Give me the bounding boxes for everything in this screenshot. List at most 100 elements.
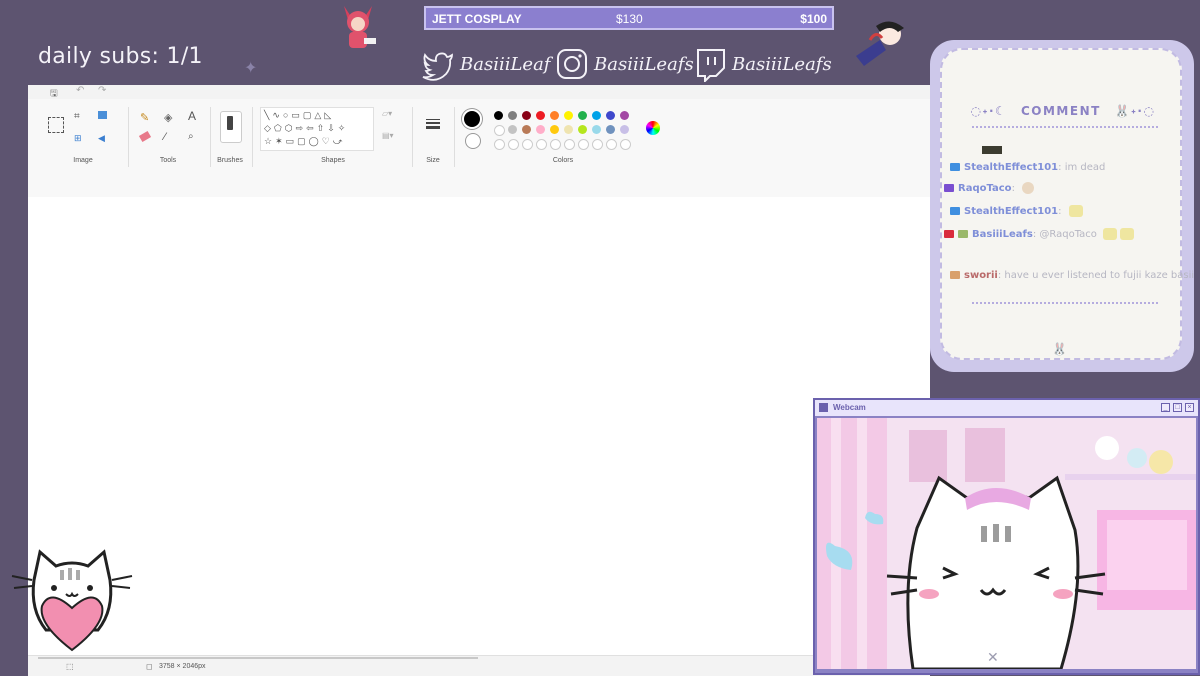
shapes-gallery[interactable]: ╲∿○▭▢△◺ ◇⬠⬡⇨⇦⇧⇩✧ ☆✶▭▢◯♡⤻ [260, 107, 374, 151]
color-swatch[interactable] [508, 125, 517, 134]
status-bar: ⬚ ◻ 3758 × 2046px [28, 655, 930, 676]
color-swatch[interactable] [494, 125, 505, 136]
custom-color-slot[interactable] [522, 139, 533, 150]
daily-subs-counter: daily subs: 1/1 [38, 44, 203, 69]
brush-icon [227, 116, 233, 130]
chat-separator: : [1058, 206, 1062, 217]
undo-icon[interactable]: ↶ [76, 85, 84, 96]
custom-color-slot[interactable] [508, 139, 519, 150]
color-swatch[interactable] [606, 125, 615, 134]
goal-current-amount: $130 [616, 12, 643, 26]
chat-divider [972, 126, 1158, 128]
ribbon-group-image-label: Image [73, 157, 93, 164]
sub-badge-icon [958, 230, 968, 238]
twitter-handle: BasiiiLeaf [460, 53, 551, 75]
color-swatch[interactable] [550, 111, 559, 120]
emote-image [1022, 182, 1035, 194]
subscriber-badge-icon [944, 184, 954, 192]
custom-color-slot[interactable] [606, 139, 617, 150]
color-swatch[interactable] [536, 111, 545, 120]
chat-username: StealthEffect101 [964, 206, 1059, 217]
chat-header: ◌˖·☾ COMMENT 🐰˖·◌ [942, 104, 1184, 118]
color-swatch[interactable] [536, 125, 545, 134]
crop-icon[interactable]: ⌗ [74, 111, 88, 125]
chat-message: RaqoTaco: [944, 182, 1035, 194]
social-twitch: BasiiiLeafs [692, 46, 832, 82]
color-picker-icon[interactable]: ⁄ [164, 131, 178, 145]
minimize-icon[interactable]: _ [1161, 403, 1170, 412]
pencil-icon[interactable]: ✎ [140, 111, 154, 125]
moderator-badge-icon [950, 163, 960, 171]
color-swatch[interactable] [592, 125, 601, 134]
magnifier-icon[interactable]: ⌕ [188, 131, 202, 145]
ribbon-group-brushes-label: Brushes [217, 157, 243, 164]
custom-color-slot[interactable] [592, 139, 603, 150]
goal-name: JETT COSPLAY [432, 12, 522, 26]
color-swatch[interactable] [564, 125, 573, 134]
outline-icon[interactable]: ▱▾ [382, 109, 392, 118]
color-swatch[interactable] [578, 125, 587, 134]
rotate-icon[interactable]: ◀ [98, 133, 112, 147]
color-swatch[interactable] [508, 111, 517, 120]
brushes-button[interactable] [220, 111, 242, 143]
sparkle-icon: ✦ [244, 60, 258, 77]
color-palette [494, 111, 634, 155]
ribbon-group-shapes-label: Shapes [321, 157, 345, 164]
color-swatch[interactable] [578, 111, 587, 120]
color-swatch[interactable] [522, 125, 531, 134]
canvas-size-icon: ◻ [146, 662, 153, 671]
webcam-feed: ✕ [817, 418, 1196, 669]
custom-color-slot[interactable] [550, 139, 561, 150]
custom-color-slot[interactable] [564, 139, 575, 150]
drawing-canvas[interactable] [28, 197, 930, 667]
eraser-icon[interactable] [138, 130, 152, 143]
svg-text:✕: ✕ [987, 650, 999, 666]
chat-header-right-deco: 🐰˖·◌ [1114, 104, 1156, 118]
chat-divider [972, 302, 1158, 304]
ribbon-group-tools-label: Tools [159, 157, 177, 164]
image-select-icon[interactable]: ⊞ [74, 133, 88, 147]
canvas-dimensions: 3758 × 2046px [159, 663, 206, 670]
ribbon-toolbar: ⌗ ⊞ ◀ Image ✎ ◈ A ⁄ ⌕ Tools Brushes ╲∿○▭… [28, 99, 930, 198]
ribbon-group-colors-label: Colors [552, 157, 574, 164]
custom-color-slot[interactable] [620, 139, 631, 150]
instagram-handle: BasiiiLeafs [594, 53, 694, 75]
text-tool-icon[interactable]: A [188, 109, 202, 123]
chat-text: im dead [1064, 162, 1106, 173]
custom-color-slot[interactable] [578, 139, 589, 150]
color-swatch[interactable] [620, 125, 629, 134]
ribbon-group-size-label: Size [426, 157, 440, 164]
maximize-icon[interactable]: □ [1173, 403, 1182, 412]
canvas-area [28, 197, 930, 667]
goal-target-amount: $100 [800, 12, 827, 26]
chibi-character-sprite [846, 16, 912, 68]
emote-image [1068, 205, 1083, 217]
edit-colors-icon[interactable] [646, 121, 660, 135]
chat-message: sworii: have u ever listened to fujii ka… [950, 270, 1194, 281]
custom-color-slot[interactable] [536, 139, 547, 150]
color-swatch[interactable] [592, 111, 601, 120]
chat-separator: : [997, 270, 1002, 281]
chat-text: have u ever listened to fujii kaze basii [1004, 270, 1195, 281]
custom-color-slot[interactable] [494, 139, 505, 150]
primary-color[interactable] [464, 111, 480, 127]
fill-icon[interactable]: ▤▾ [382, 131, 394, 140]
color-swatch[interactable] [494, 111, 503, 120]
close-icon[interactable]: × [1185, 403, 1194, 412]
resize-icon[interactable] [98, 111, 107, 119]
fill-bucket-icon[interactable]: ◈ [164, 111, 178, 125]
color-swatch[interactable] [550, 125, 559, 134]
twitch-icon [697, 49, 725, 82]
size-icon[interactable] [426, 119, 440, 133]
secondary-color[interactable] [465, 133, 481, 149]
twitch-handle: BasiiiLeafs [732, 53, 832, 75]
color-swatch[interactable] [620, 111, 629, 120]
redo-icon[interactable]: ↷ [98, 85, 106, 96]
ribbon-divider [412, 107, 413, 167]
chat-separator: : [1011, 183, 1015, 194]
color-swatch[interactable] [606, 111, 615, 120]
color-swatch[interactable] [564, 111, 573, 120]
color-swatch[interactable] [522, 111, 531, 120]
select-tool-icon[interactable] [48, 117, 64, 133]
chat-panel-inner: ◌˖·☾ COMMENT 🐰˖·◌ StealthEffect101: im d… [940, 48, 1194, 360]
